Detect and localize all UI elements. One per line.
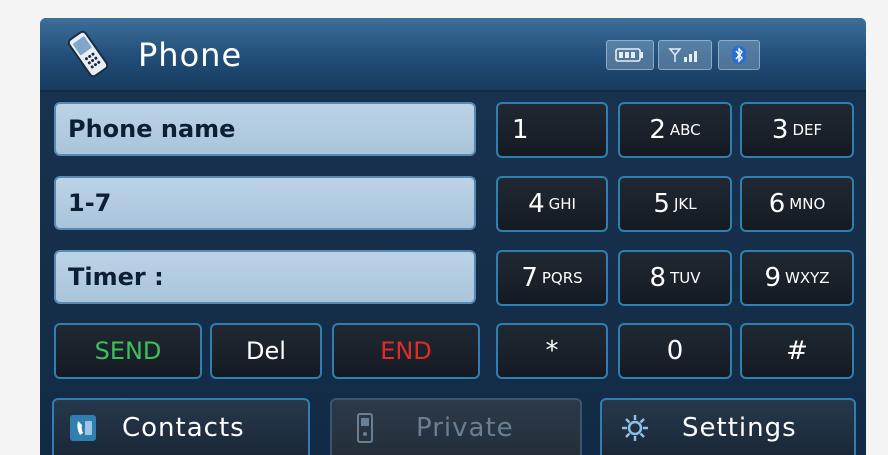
battery-icon (606, 40, 654, 70)
bluetooth-icon (718, 40, 760, 70)
key-digit: 0 (666, 336, 684, 366)
contacts-label: Contacts (122, 413, 245, 443)
mobile-phone-icon (67, 30, 109, 78)
end-label: END (380, 337, 432, 365)
settings-button[interactable]: Settings (600, 398, 856, 455)
key-digit: 2 (649, 115, 666, 145)
key-zero[interactable]: 0 (618, 323, 732, 379)
key-letters: GHI (548, 195, 576, 213)
key-letters: WXYZ (785, 269, 830, 287)
key-digit: 6 (768, 189, 786, 219)
phone-name-label: Phone name (68, 115, 236, 143)
dialed-number-field[interactable]: 1-7 (54, 176, 476, 230)
delete-button[interactable]: Del (210, 323, 322, 379)
key-hash[interactable]: # (740, 323, 854, 379)
key-eight[interactable]: 8 TUV (618, 250, 732, 306)
key-letters: MNO (789, 195, 826, 213)
phone-name-field[interactable]: Phone name (54, 102, 476, 156)
private-button[interactable]: Private (330, 398, 582, 455)
contacts-icon (70, 415, 96, 441)
delete-label: Del (246, 337, 286, 365)
gear-icon (622, 415, 648, 441)
settings-label: Settings (682, 413, 797, 443)
end-button[interactable]: END (332, 323, 480, 379)
key-digit: 5 (653, 189, 670, 219)
signal-icon (658, 40, 712, 70)
key-five[interactable]: 5 JKL (618, 176, 732, 232)
key-three[interactable]: 3 DEF (740, 102, 854, 158)
key-two[interactable]: 2 ABC (618, 102, 732, 158)
timer-label: Timer : (68, 263, 164, 291)
private-mode-icon (357, 413, 373, 443)
key-digit: 7 (521, 263, 538, 293)
key-digit: 4 (528, 189, 545, 219)
key-letters: PQRS (541, 269, 583, 287)
timer-field[interactable]: Timer : (54, 250, 476, 304)
key-nine[interactable]: 9 WXYZ (740, 250, 854, 306)
key-digit: 3 (771, 115, 789, 145)
key-letters: TUV (670, 269, 701, 287)
key-letters: JKL (673, 195, 697, 213)
send-label: SEND (94, 337, 162, 365)
key-six[interactable]: 6 MNO (740, 176, 854, 232)
phone-screen: Phone Phone name 1-7 Timer: 1 2 ABC 3 D… (40, 18, 866, 455)
key-digit: 8 (649, 263, 667, 293)
key-letters: DEF (792, 121, 823, 139)
key-four[interactable]: 4 GHI (496, 176, 608, 232)
key-star[interactable]: * (496, 323, 608, 379)
key-digit: 9 (764, 263, 781, 293)
key-digit: * (545, 336, 559, 366)
key-digit: 1 (512, 115, 529, 145)
key-letters: ABC (669, 121, 701, 139)
contacts-button[interactable]: Contacts (52, 398, 310, 455)
key-seven[interactable]: 7 PQRS (496, 250, 608, 306)
private-label: Private (416, 413, 514, 443)
send-button[interactable]: SEND (54, 323, 202, 379)
key-digit: # (786, 336, 808, 366)
dialed-number: 1-7 (68, 189, 112, 217)
title-bar: Phone (40, 18, 866, 92)
key-one[interactable]: 1 (496, 102, 608, 158)
screen-title: Phone (138, 36, 243, 74)
